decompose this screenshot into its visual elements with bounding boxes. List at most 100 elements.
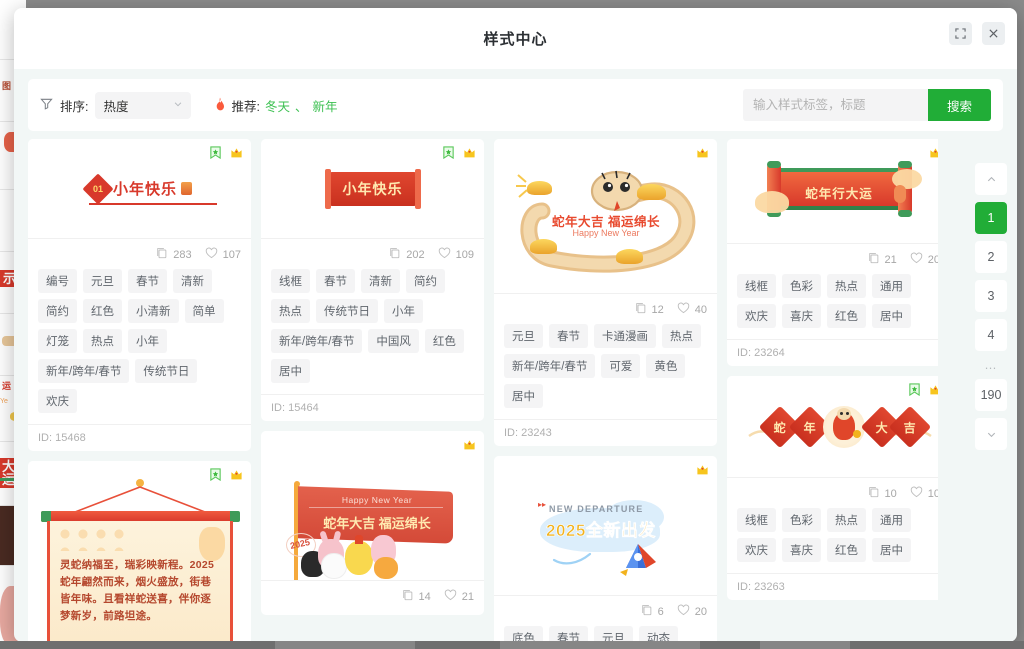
tag[interactable]: 灯笼 <box>38 329 77 353</box>
pagination-page-3[interactable]: 3 <box>975 280 1007 312</box>
tag[interactable]: 新年/跨年/春节 <box>38 359 130 383</box>
style-card[interactable]: 小年快乐 202 109 线框 春节 清新 简约 热点 传统节日 小年 新年/跨… <box>261 139 484 421</box>
thumbnail-artwork-hanging-scroll: 灵蛇纳福至，瑞彩映新程。2025 蛇年翩然而来，烟火盛放，街巷皆年味。且看祥蛇送… <box>28 461 251 642</box>
card-thumbnail[interactable]: 灵蛇纳福至，瑞彩映新程。2025 蛇年翩然而来，烟火盛放，街巷皆年味。且看祥蛇送… <box>28 461 251 642</box>
card-thumbnail[interactable]: 蛇年行大运 <box>727 139 938 244</box>
tag[interactable]: 卡通漫画 <box>594 324 656 348</box>
style-card[interactable]: 蛇 年 大 吉 10 10 线框 色彩 热点 通用 欢庆 喜庆 红色 居中 ID… <box>727 376 938 600</box>
like-count[interactable]: 20 <box>677 604 707 619</box>
tag[interactable]: 传统节日 <box>135 359 198 383</box>
tag[interactable]: 黄色 <box>646 354 686 378</box>
tag[interactable]: 动态 <box>639 626 678 642</box>
card-id-value: 15464 <box>288 402 319 414</box>
tag[interactable]: 居中 <box>271 359 310 383</box>
search-button[interactable]: 搜索 <box>928 89 991 121</box>
copy-icon <box>635 302 647 317</box>
tag[interactable]: 线框 <box>737 508 776 532</box>
tag[interactable]: 欢庆 <box>737 538 776 562</box>
tag[interactable]: 元旦 <box>83 269 122 293</box>
tag[interactable]: 传统节日 <box>316 299 378 323</box>
like-count[interactable]: 109 <box>438 247 474 262</box>
style-card[interactable]: Happy New Year 蛇年大吉 福运绵长 2025 14 21 <box>261 431 484 615</box>
card-body: 10 10 线框 色彩 热点 通用 欢庆 喜庆 红色 居中 <box>727 478 938 566</box>
tag[interactable]: 红色 <box>827 538 866 562</box>
tag[interactable]: 可爱 <box>601 354 641 378</box>
like-count[interactable]: 40 <box>677 302 707 317</box>
tag[interactable]: 通用 <box>872 274 911 298</box>
tag[interactable]: 元旦 <box>594 626 633 642</box>
style-card[interactable]: NEW DEPARTURE ▸▸ 2025全新出发 6 20 底色 春节 元旦 … <box>494 456 717 642</box>
tag[interactable]: 小年 <box>128 329 167 353</box>
fullscreen-button[interactable] <box>949 22 972 45</box>
sort-select[interactable]: 热度 <box>95 91 192 119</box>
tag[interactable]: 简单 <box>184 299 224 323</box>
card-thumbnail[interactable]: 小年快乐 <box>261 139 484 239</box>
tag[interactable]: 新年/跨年/春节 <box>504 354 596 378</box>
tag[interactable]: 线框 <box>737 274 776 298</box>
style-card[interactable]: 蛇年大吉 福运绵长 Happy New Year 12 40 元旦 春节 卡通漫… <box>494 139 717 446</box>
tag[interactable]: 小清新 <box>128 299 179 323</box>
tag[interactable]: 热点 <box>271 299 310 323</box>
tag[interactable]: 春节 <box>128 269 167 293</box>
recommend-label: 推荐: <box>231 99 260 114</box>
tag[interactable]: 编号 <box>38 269 77 293</box>
card-tags: 线框 色彩 热点 通用 欢庆 喜庆 红色 居中 <box>737 274 938 328</box>
close-button[interactable] <box>982 22 1005 45</box>
tag[interactable]: 红色 <box>827 304 866 328</box>
tag[interactable]: 清新 <box>173 269 212 293</box>
tag[interactable]: 通用 <box>872 508 911 532</box>
card-thumbnail[interactable]: 蛇 年 大 吉 <box>727 376 938 478</box>
tag[interactable]: 春节 <box>549 324 588 348</box>
style-card-grid-area[interactable]: 01 小年快乐 283 107 编号 元旦 春节 清新 简约 红色 小清新 简单… <box>28 139 938 642</box>
tag[interactable]: 热点 <box>662 324 701 348</box>
card-thumbnail[interactable]: 01 小年快乐 <box>28 139 251 239</box>
tag[interactable]: 色彩 <box>782 508 821 532</box>
tag[interactable]: 居中 <box>504 384 543 408</box>
like-count[interactable]: 20 <box>910 252 938 267</box>
recommend-tag-1[interactable]: 新年 <box>313 96 338 115</box>
tag[interactable]: 简约 <box>38 299 77 323</box>
tag[interactable]: 红色 <box>424 329 464 353</box>
like-count[interactable]: 10 <box>910 486 938 501</box>
tag[interactable]: 红色 <box>83 299 122 323</box>
tag[interactable]: 热点 <box>827 274 866 298</box>
pagination-page-2[interactable]: 2 <box>975 241 1007 273</box>
tag[interactable]: 春节 <box>549 626 588 642</box>
recommend-tag-0[interactable]: 冬天 <box>265 96 290 115</box>
pagination-next-button[interactable] <box>975 418 1007 450</box>
tag[interactable]: 小年 <box>384 299 423 323</box>
tag[interactable]: 喜庆 <box>782 304 821 328</box>
bottom-taskbar <box>0 641 1024 649</box>
tag[interactable]: 居中 <box>872 538 911 562</box>
tag[interactable]: 热点 <box>827 508 866 532</box>
tag[interactable]: 热点 <box>83 329 122 353</box>
tag[interactable]: 线框 <box>271 269 310 293</box>
card-tags: 线框 色彩 热点 通用 欢庆 喜庆 红色 居中 <box>737 508 938 562</box>
pagination-page-last[interactable]: 190 <box>975 379 1007 411</box>
tag[interactable]: 中国风 <box>368 329 419 353</box>
card-thumbnail[interactable]: Happy New Year 蛇年大吉 福运绵长 2025 <box>261 431 484 581</box>
like-count[interactable]: 21 <box>444 589 474 604</box>
card-thumbnail[interactable]: NEW DEPARTURE ▸▸ 2025全新出发 <box>494 456 717 596</box>
tag[interactable]: 欢庆 <box>737 304 776 328</box>
tag[interactable]: 春节 <box>316 269 355 293</box>
tag[interactable]: 居中 <box>872 304 911 328</box>
tag[interactable]: 清新 <box>361 269 400 293</box>
tag[interactable]: 简约 <box>406 269 445 293</box>
tag[interactable]: 元旦 <box>504 324 543 348</box>
search-input[interactable] <box>743 89 928 121</box>
tag[interactable]: 喜庆 <box>782 538 821 562</box>
pagination-prev-button[interactable] <box>975 163 1007 195</box>
card-thumbnail[interactable]: 蛇年大吉 福运绵长 Happy New Year <box>494 139 717 294</box>
like-count[interactable]: 107 <box>205 247 241 262</box>
style-card[interactable]: 蛇年行大运 21 20 线框 色彩 热点 通用 欢庆 喜庆 红色 居中 ID: … <box>727 139 938 366</box>
tag[interactable]: 底色 <box>504 626 543 642</box>
tag[interactable]: 色彩 <box>782 274 821 298</box>
tag[interactable]: 新年/跨年/春节 <box>271 329 363 353</box>
style-card[interactable]: 01 小年快乐 283 107 编号 元旦 春节 清新 简约 红色 小清新 简单… <box>28 139 251 451</box>
style-card[interactable]: 灵蛇纳福至，瑞彩映新程。2025 蛇年翩然而来，烟火盛放，街巷皆年味。且看祥蛇送… <box>28 461 251 642</box>
pagination-page-1[interactable]: 1 <box>975 202 1007 234</box>
pagination-page-4[interactable]: 4 <box>975 319 1007 351</box>
tag[interactable]: 欢庆 <box>38 389 77 413</box>
star-badge-icon <box>442 146 455 160</box>
